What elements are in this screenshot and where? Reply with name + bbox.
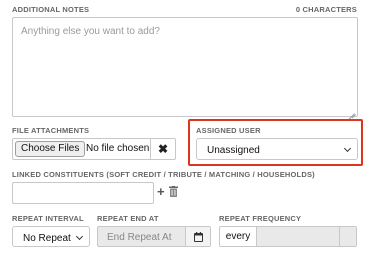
frequency-unit-addon	[339, 227, 356, 246]
linked-constituents-label: LINKED CONSTITUENTS (SOFT CREDIT / TRIBU…	[12, 170, 315, 179]
chevron-down-icon	[343, 144, 352, 153]
chevron-down-icon	[75, 232, 84, 241]
notes-placeholder: Anything else you want to add?	[21, 26, 160, 37]
repeat-end-placeholder: End Repeat At	[107, 232, 172, 243]
assigned-user-label: ASSIGNED USER	[196, 126, 261, 135]
assigned-user-select[interactable]: Unassigned	[196, 138, 358, 160]
repeat-frequency-group: every	[219, 226, 357, 247]
repeat-end-input[interactable]: End Repeat At	[97, 226, 211, 247]
plus-icon[interactable]: +	[157, 184, 165, 200]
file-status: No file chosen	[86, 143, 150, 154]
calendar-button[interactable]	[185, 227, 210, 246]
choose-files-button[interactable]: Choose Files	[15, 141, 86, 157]
file-attachments-label: FILE ATTACHMENTS	[12, 126, 90, 135]
repeat-interval-label: REPEAT INTERVAL	[12, 214, 84, 223]
linked-constituents-input[interactable]	[12, 182, 154, 204]
calendar-icon	[193, 231, 203, 242]
resize-handle-icon[interactable]	[348, 107, 355, 114]
clear-file-button[interactable]: ✖	[150, 139, 175, 159]
notes-label: ADDITIONAL NOTES	[12, 5, 90, 14]
character-count: 0 CHARACTERS	[295, 5, 357, 14]
assigned-user-value: Unassigned	[207, 145, 260, 156]
frequency-prefix: every	[220, 227, 257, 246]
notes-textarea[interactable]: Anything else you want to add?	[12, 17, 358, 117]
file-attachments-input: Choose Files No file chosen ✖	[12, 138, 176, 160]
times-icon: ✖	[157, 142, 169, 156]
repeat-frequency-label: REPEAT FREQUENCY	[219, 214, 302, 223]
frequency-input[interactable]	[257, 227, 341, 246]
trash-icon[interactable]	[169, 186, 178, 197]
repeat-interval-select[interactable]: No Repeat	[12, 226, 90, 247]
repeat-interval-value: No Repeat	[23, 233, 71, 244]
repeat-end-label: REPEAT END AT	[97, 214, 159, 223]
